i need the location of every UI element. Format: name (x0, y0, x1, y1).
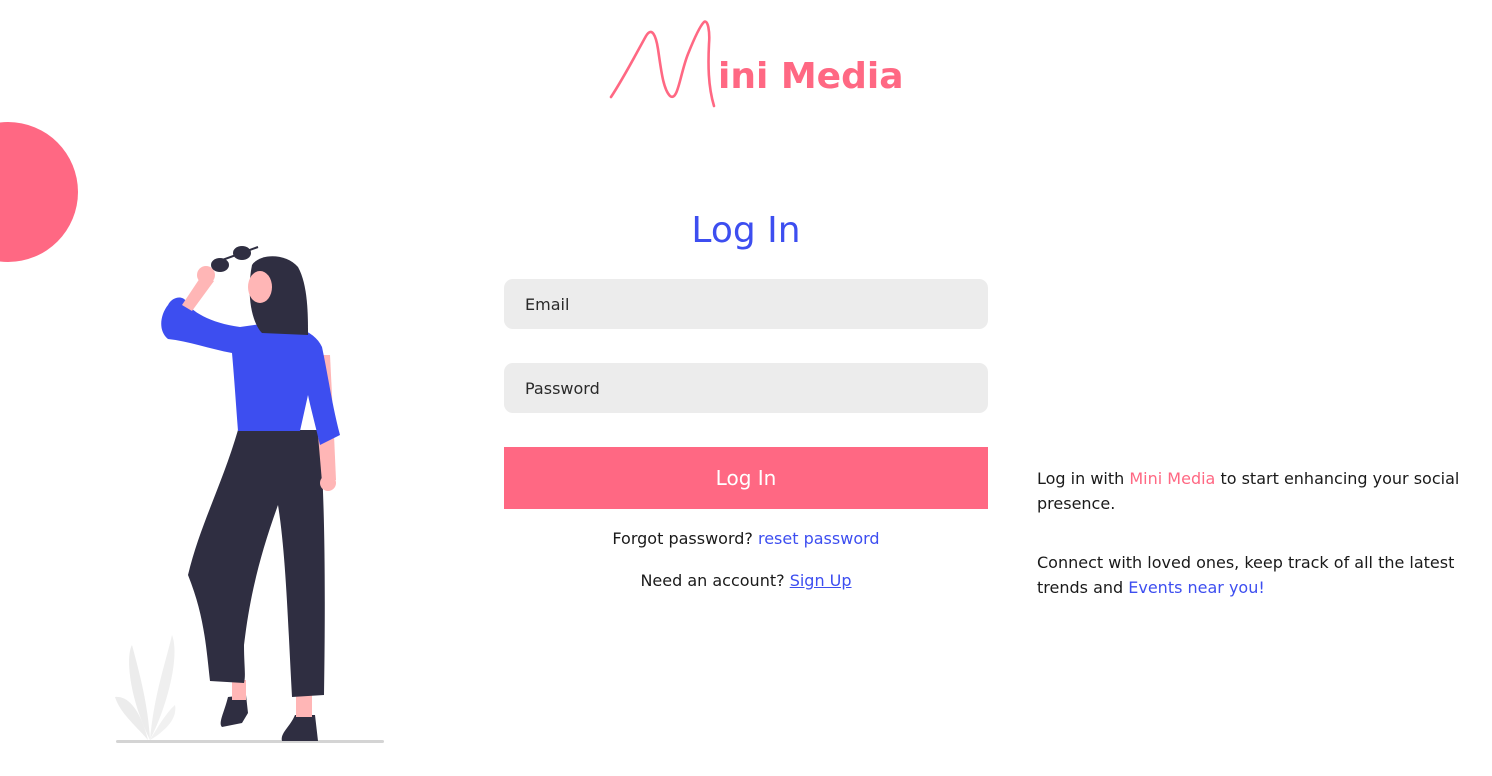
info-1-before: Log in with (1037, 469, 1130, 488)
email-input[interactable] (504, 279, 988, 329)
reset-password-link[interactable]: reset password (758, 529, 880, 548)
brand-logo[interactable]: ini Media (608, 14, 903, 114)
password-input[interactable] (504, 363, 988, 413)
signup-text: Need an account? (640, 571, 790, 590)
login-page: ini Media Log In Email Log In Forgot pas… (0, 0, 1492, 776)
info-paragraph-1: Log in with Mini Media to start enhancin… (1037, 466, 1482, 516)
info-brand-mention: Mini Media (1129, 469, 1216, 488)
forgot-password-line: Forgot password? reset password (504, 529, 988, 548)
decorative-circle (0, 122, 78, 262)
sign-up-link[interactable]: Sign Up (790, 571, 852, 590)
login-title: Log In (691, 210, 801, 251)
login-button[interactable]: Log In (504, 447, 988, 509)
forgot-password-text: Forgot password? (612, 529, 758, 548)
woman-with-sunglasses-illustration (115, 246, 384, 743)
brand-name: ini Media (718, 56, 904, 97)
info-paragraph-2: Connect with loved ones, keep track of a… (1037, 550, 1482, 600)
signup-line: Need an account? Sign Up (504, 571, 988, 590)
logo-m-script-icon (609, 20, 716, 108)
events-link[interactable]: Events near you! (1128, 578, 1265, 597)
